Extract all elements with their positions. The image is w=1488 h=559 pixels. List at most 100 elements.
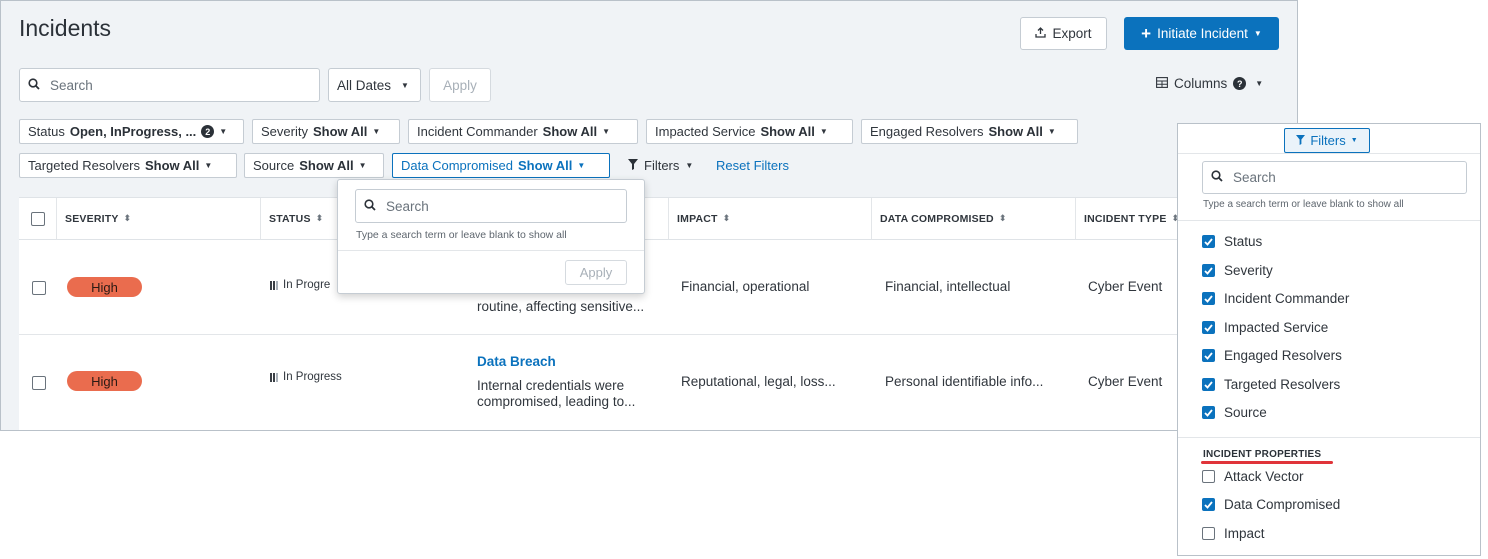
status-text: In Progre bbox=[283, 279, 331, 291]
column-option-incident-commander[interactable]: Incident Commander bbox=[1202, 291, 1349, 306]
column-header-data-compromised[interactable]: DATA COMPROMISED ⬍ bbox=[872, 198, 1076, 240]
caret-down-icon: ▼ bbox=[401, 80, 409, 90]
page-title: Incidents bbox=[19, 15, 112, 41]
description-text: compromised, leading to... bbox=[477, 394, 636, 409]
filter-chip-status[interactable]: Status Open, InProgress, ... 2 ▼ bbox=[19, 119, 244, 144]
date-range-select[interactable]: All Dates ▼ bbox=[328, 68, 421, 102]
caret-down-icon: ▼ bbox=[819, 127, 828, 136]
status-text: In Progress bbox=[283, 371, 342, 383]
status-cell: In Progre bbox=[270, 279, 330, 291]
reset-filters-link[interactable]: Reset Filters bbox=[716, 158, 789, 173]
checkbox-checked[interactable] bbox=[1202, 378, 1215, 391]
section-title: INCIDENT PROPERTIES bbox=[1203, 449, 1322, 460]
column-option-status[interactable]: Status bbox=[1202, 234, 1262, 249]
plus-icon: + bbox=[1141, 24, 1152, 43]
column-option-severity[interactable]: Severity bbox=[1202, 263, 1273, 278]
panel-search-hint: Type a search term or leave blank to sho… bbox=[1203, 199, 1404, 210]
filter-chip-data-compromised[interactable]: Data Compromised Show All ▼ bbox=[392, 153, 610, 178]
columns-label: Columns bbox=[1174, 76, 1228, 91]
dropdown-search-input[interactable] bbox=[384, 197, 626, 215]
dropdown-apply-button[interactable]: Apply bbox=[565, 260, 627, 285]
row-checkbox[interactable] bbox=[32, 376, 46, 390]
checkbox-checked[interactable] bbox=[1202, 235, 1215, 248]
date-range-label: All Dates bbox=[337, 77, 392, 93]
chip-label: Impacted Service bbox=[655, 124, 756, 139]
checkbox-checked[interactable] bbox=[1202, 349, 1215, 362]
column-option-impact[interactable]: Impact bbox=[1202, 526, 1265, 541]
apply-button[interactable]: Apply bbox=[429, 68, 491, 102]
panel-search-input[interactable] bbox=[1231, 169, 1466, 186]
impact-cell: Reputational, legal, loss... bbox=[681, 374, 836, 389]
initiate-incident-button[interactable]: + Initiate Incident ▼ bbox=[1124, 17, 1279, 50]
chip-label: Incident Commander bbox=[417, 124, 538, 139]
filters-menu[interactable]: Filters ▼ bbox=[628, 158, 693, 173]
chip-value: Show All bbox=[145, 158, 200, 173]
filter-chip-incident-commander[interactable]: Incident Commander Show All ▼ bbox=[408, 119, 638, 144]
column-option-impacted-service[interactable]: Impacted Service bbox=[1202, 320, 1328, 335]
divider bbox=[1178, 153, 1480, 154]
caret-down-icon: ▼ bbox=[685, 161, 694, 170]
chip-value: Show All bbox=[312, 124, 368, 139]
sort-icon: ⬍ bbox=[998, 213, 1007, 223]
option-label: Incident Commander bbox=[1224, 291, 1350, 306]
checkbox-unchecked[interactable] bbox=[1202, 470, 1215, 483]
caret-down-icon: ▼ bbox=[602, 127, 610, 136]
caret-down-icon: ▼ bbox=[1255, 79, 1264, 88]
option-label: Targeted Resolvers bbox=[1224, 377, 1341, 392]
initiate-incident-label: Initiate Incident bbox=[1157, 26, 1248, 41]
column-option-source[interactable]: Source bbox=[1202, 405, 1267, 420]
chip-value: Show All bbox=[760, 124, 815, 139]
incident-type-cell: Cyber Event bbox=[1088, 279, 1163, 294]
column-option-data-compromised[interactable]: Data Compromised bbox=[1202, 497, 1340, 512]
chip-value: Show All bbox=[542, 124, 598, 139]
checkbox-checked[interactable] bbox=[1202, 406, 1215, 419]
search-field[interactable] bbox=[19, 68, 320, 102]
panel-search-field[interactable] bbox=[1202, 161, 1467, 194]
filters-toggle-button[interactable]: Filters ▼ bbox=[1284, 128, 1370, 153]
select-all-checkbox[interactable] bbox=[30, 211, 45, 226]
column-option-engaged-resolvers[interactable]: Engaged Resolvers bbox=[1202, 348, 1342, 363]
checkbox-checked[interactable] bbox=[1202, 264, 1215, 277]
search-icon bbox=[28, 77, 40, 93]
filter-icon bbox=[1296, 133, 1306, 148]
filter-chip-severity[interactable]: Severity Show All ▼ bbox=[252, 119, 400, 144]
column-header-severity[interactable]: SEVERITY ⬍ bbox=[57, 198, 261, 240]
caret-down-icon: ▼ bbox=[204, 161, 213, 170]
severity-badge: High bbox=[67, 371, 142, 391]
search-input[interactable] bbox=[48, 76, 319, 94]
checkbox-checked[interactable] bbox=[1202, 321, 1215, 334]
export-label: Export bbox=[1052, 26, 1092, 41]
incidents-page: Incidents Export + Initiate Incident ▼ A… bbox=[0, 0, 1298, 431]
option-label: Data Compromised bbox=[1224, 497, 1341, 512]
sort-icon: ⬍ bbox=[315, 213, 324, 223]
filters-toggle-label: Filters bbox=[1310, 133, 1346, 148]
option-label: Source bbox=[1224, 405, 1267, 420]
incident-type-cell: Cyber Event bbox=[1088, 374, 1163, 389]
filters-label: Filters bbox=[644, 158, 680, 173]
columns-menu[interactable]: Columns ? ▼ bbox=[1156, 76, 1263, 91]
column-option-targeted-resolvers[interactable]: Targeted Resolvers bbox=[1202, 377, 1340, 392]
filter-columns-panel: Filters ▼ Type a search term or leave bl… bbox=[1177, 123, 1481, 556]
export-icon bbox=[1035, 26, 1047, 41]
option-label: Status bbox=[1224, 234, 1263, 249]
column-option-attack-vector[interactable]: Attack Vector bbox=[1202, 469, 1304, 484]
search-icon bbox=[1211, 170, 1223, 185]
chip-value: Show All bbox=[299, 158, 354, 173]
caret-down-icon: ▼ bbox=[219, 127, 228, 136]
option-label: Attack Vector bbox=[1224, 469, 1304, 484]
search-icon bbox=[364, 198, 376, 214]
filter-chip-engaged-resolvers[interactable]: Engaged Resolvers Show All ▼ bbox=[861, 119, 1078, 144]
filter-chip-source[interactable]: Source Show All ▼ bbox=[244, 153, 384, 178]
filter-chip-impacted-service[interactable]: Impacted Service Show All ▼ bbox=[646, 119, 853, 144]
checkbox-checked[interactable] bbox=[1202, 498, 1215, 511]
export-button[interactable]: Export bbox=[1020, 17, 1107, 50]
sort-icon: ⬍ bbox=[722, 213, 731, 223]
column-header-impact[interactable]: IMPACT ⬍ bbox=[669, 198, 872, 240]
dropdown-search-field[interactable] bbox=[355, 189, 627, 223]
filter-chip-targeted-resolvers[interactable]: Targeted Resolvers Show All ▼ bbox=[19, 153, 237, 178]
row-checkbox[interactable] bbox=[32, 281, 46, 295]
checkbox-checked[interactable] bbox=[1202, 292, 1215, 305]
incident-title-link[interactable]: Data Breach bbox=[477, 354, 556, 369]
column-label: IMPACT bbox=[677, 212, 718, 225]
checkbox-unchecked[interactable] bbox=[1202, 527, 1215, 540]
